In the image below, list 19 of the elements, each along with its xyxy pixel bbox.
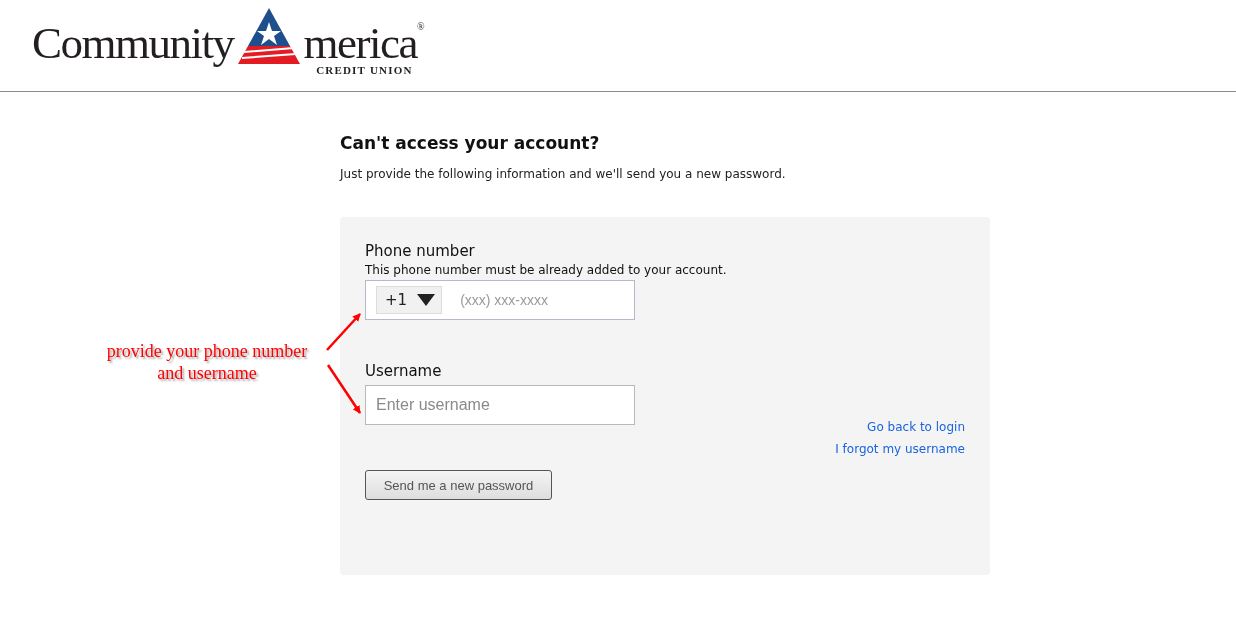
send-password-button[interactable]: Send me a new password (365, 470, 552, 500)
annotation-text: provide your phone number and username (105, 340, 309, 384)
country-code-select[interactable]: +1 (376, 286, 443, 314)
logo-wordmark: Community (32, 21, 234, 66)
registered-mark: ® (416, 22, 425, 32)
logo-wordmark: merica (303, 21, 417, 66)
phone-field[interactable]: +1 (xxx) xxx-xxxx (365, 280, 635, 320)
username-field[interactable]: Enter username (365, 385, 635, 425)
logo-tagline: CREDIT UNION (316, 64, 413, 76)
intro-text: Just provide the following information and we'll send you a new password. (340, 167, 787, 181)
text-link[interactable]: I forgot my username (835, 442, 965, 456)
field-hint: This phone number must be already added to your account. (365, 262, 727, 278)
field-label: Phone number (365, 242, 476, 260)
annotation-arrow (326, 313, 361, 351)
annotation-arrow (326, 364, 362, 414)
text-link[interactable]: Go back to login (867, 420, 965, 434)
field-label: Username (365, 362, 443, 380)
page-heading: Can't access your account? (340, 133, 601, 153)
caret-icon (417, 294, 436, 306)
